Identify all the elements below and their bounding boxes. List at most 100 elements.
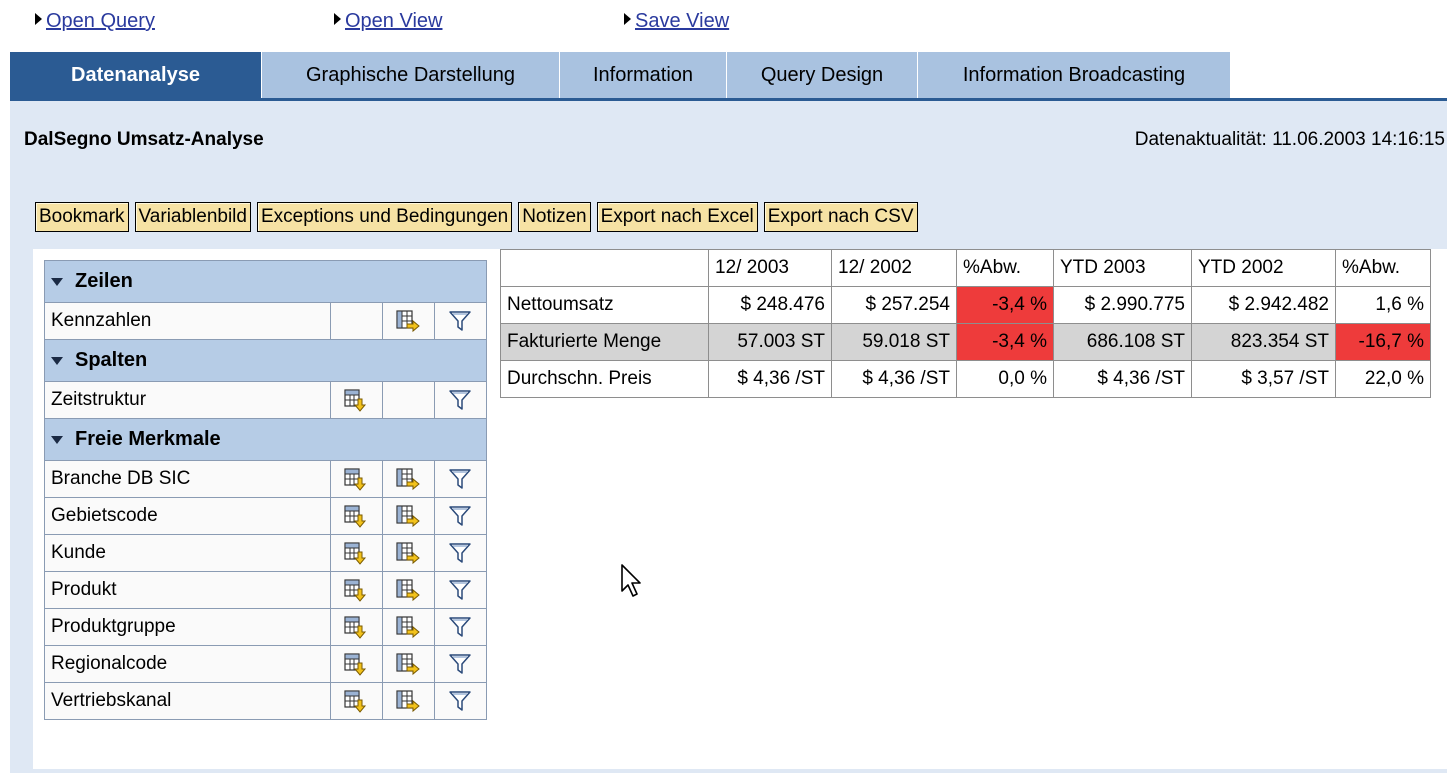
empty-cell (381, 381, 435, 419)
move-to-rows-icon[interactable] (343, 615, 369, 639)
notizen-button[interactable]: Notizen (518, 202, 591, 232)
column-header[interactable]: YTD 2003 (1053, 249, 1192, 287)
column-header[interactable]: 12/ 2002 (831, 249, 957, 287)
save-view-link[interactable]: Save View (624, 10, 729, 33)
icon-cell (381, 682, 435, 720)
bookmark-button[interactable]: Bookmark (35, 202, 129, 232)
tab-datenanalyse[interactable]: Datenanalyse (10, 52, 262, 98)
open-query-label: Open Query (46, 10, 155, 32)
nav-row-label[interactable]: Vertriebskanal (44, 682, 331, 720)
grid-cell: $ 3,57 /ST (1191, 360, 1336, 398)
section-header: Zeilen (44, 260, 487, 303)
grid-cell: $ 2.990.775 (1053, 286, 1192, 324)
icon-cell (329, 534, 383, 572)
section-zeilen[interactable]: Zeilen (44, 260, 487, 303)
tab-bar: Datenanalyse Graphische Darstellung Info… (10, 52, 1447, 102)
nav-row-free: Branche DB SIC (44, 460, 488, 498)
nav-row-label[interactable]: Regionalcode (44, 645, 331, 683)
export-csv-button[interactable]: Export nach CSV (763, 202, 918, 232)
tab-query-design[interactable]: Query Design (727, 52, 918, 98)
move-to-rows-icon[interactable] (343, 388, 369, 412)
filter-icon[interactable] (447, 689, 473, 713)
nav-row-label[interactable]: Zeitstruktur (44, 381, 331, 419)
grid-cell-exception: -3,4 % (956, 286, 1054, 324)
move-to-rows-icon[interactable] (343, 541, 369, 565)
row-header[interactable]: Nettoumsatz (500, 286, 709, 324)
tab-information[interactable]: Information (560, 52, 727, 98)
swap-axis-icon[interactable] (395, 578, 421, 602)
swap-axis-icon[interactable] (395, 689, 421, 713)
variablenbild-button[interactable]: Variablenbild (134, 202, 251, 232)
move-to-rows-icon[interactable] (343, 652, 369, 676)
nav-row-label[interactable]: Branche DB SIC (44, 460, 331, 498)
open-query-link[interactable]: Open Query (35, 10, 155, 33)
section-freie-merkmale[interactable]: Freie Merkmale (44, 418, 487, 461)
swap-axis-icon[interactable] (395, 504, 421, 528)
icon-cell (381, 460, 435, 498)
swap-axis-icon[interactable] (395, 309, 421, 333)
column-header[interactable]: YTD 2002 (1191, 249, 1336, 287)
row-header[interactable]: Durchschn. Preis (500, 360, 709, 398)
grid-cell: $ 248.476 (708, 286, 832, 324)
grid-cell: 22,0 % (1335, 360, 1431, 398)
icon-cell (433, 497, 488, 535)
icon-cell (433, 460, 488, 498)
row-header[interactable]: Fakturierte Menge (500, 323, 709, 361)
arrow-right-icon (624, 12, 631, 25)
nav-row-label[interactable]: Produkt (44, 571, 331, 609)
top-links: Open Query Open View Save View (0, 10, 1447, 40)
nav-row-label[interactable]: Kunde (44, 534, 331, 572)
mouse-pointer-icon (621, 564, 641, 597)
move-to-rows-icon[interactable] (343, 689, 369, 713)
filter-icon[interactable] (447, 578, 473, 602)
icon-cell (329, 608, 383, 646)
section-title: Spalten (75, 349, 148, 371)
nav-row-free: Kunde (44, 534, 488, 572)
move-to-rows-icon[interactable] (343, 578, 369, 602)
nav-row-free: Gebietscode (44, 497, 488, 535)
move-to-rows-icon[interactable] (343, 467, 369, 491)
tab-information-broadcasting[interactable]: Information Broadcasting (918, 52, 1231, 98)
nav-row-label[interactable]: Gebietscode (44, 497, 331, 535)
swap-axis-icon[interactable] (395, 615, 421, 639)
section-header: Freie Merkmale (44, 418, 487, 461)
swap-axis-icon[interactable] (395, 467, 421, 491)
export-excel-button[interactable]: Export nach Excel (596, 202, 758, 232)
analysis-panel: DalSegno Umsatz-Analyse Datenaktualität:… (10, 101, 1447, 773)
swap-axis-icon[interactable] (395, 541, 421, 565)
column-header[interactable]: %Abw. (956, 249, 1054, 287)
grid-row: Durchschn. Preis $ 4,36 /ST $ 4,36 /ST 0… (500, 360, 1431, 398)
nav-row-label[interactable]: Kennzahlen (44, 302, 331, 340)
icon-cell (381, 302, 435, 340)
nav-row-free: Produkt (44, 571, 488, 609)
caret-down-icon (51, 277, 63, 286)
move-to-rows-icon[interactable] (343, 504, 369, 528)
filter-icon[interactable] (447, 652, 473, 676)
nav-row-free: Regionalcode (44, 645, 488, 683)
filter-icon[interactable] (447, 388, 473, 412)
column-header[interactable]: %Abw. (1335, 249, 1431, 287)
grid-cell-exception: -3,4 % (956, 323, 1054, 361)
filter-icon[interactable] (447, 541, 473, 565)
open-view-link[interactable]: Open View (334, 10, 442, 33)
filter-icon[interactable] (447, 309, 473, 333)
swap-axis-icon[interactable] (395, 652, 421, 676)
grid-cell: $ 257.254 (831, 286, 957, 324)
column-header[interactable]: 12/ 2003 (708, 249, 832, 287)
grid-cell: 1,6 % (1335, 286, 1431, 324)
nav-row-free: Produktgruppe (44, 608, 488, 646)
icon-cell (381, 534, 435, 572)
section-header: Spalten (44, 339, 487, 382)
filter-icon[interactable] (447, 467, 473, 491)
section-spalten[interactable]: Spalten (44, 339, 487, 382)
tab-graphische-darstellung[interactable]: Graphische Darstellung (262, 52, 560, 98)
icon-cell (433, 645, 488, 683)
empty-cell (329, 302, 383, 340)
exceptions-button[interactable]: Exceptions und Bedingungen (256, 202, 513, 232)
filter-icon[interactable] (447, 504, 473, 528)
grid-row: Fakturierte Menge 57.003 ST 59.018 ST -3… (500, 323, 1431, 361)
nav-row-label[interactable]: Produktgruppe (44, 608, 331, 646)
grid-row: Nettoumsatz $ 248.476 $ 257.254 -3,4 % $… (500, 286, 1431, 324)
filter-icon[interactable] (447, 615, 473, 639)
icon-cell (329, 460, 383, 498)
